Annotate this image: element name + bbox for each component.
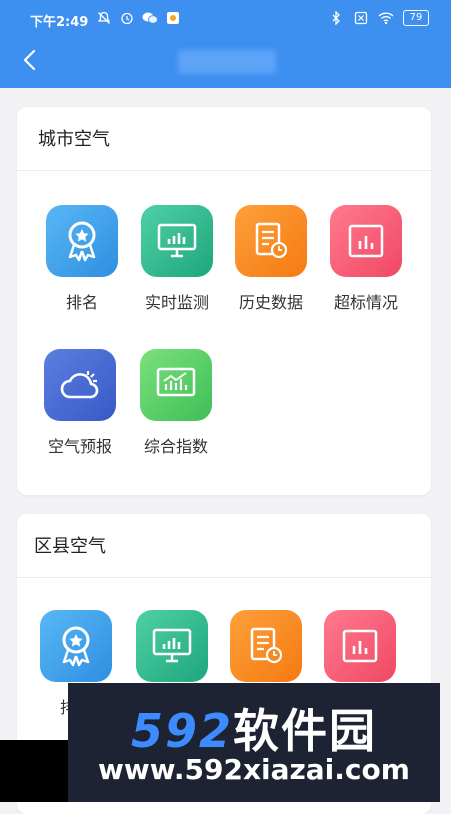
tile-air-forecast[interactable]: 空气预报 <box>35 349 125 457</box>
ribbon-star-icon <box>46 205 118 277</box>
wechat-icon <box>142 10 158 26</box>
no-sim-icon <box>353 10 369 26</box>
battery-level: 79 <box>403 10 429 26</box>
tile-exceedance[interactable] <box>315 610 405 682</box>
tile-history-data[interactable] <box>221 610 311 682</box>
city-air-card: 城市空气 排名 实时监测 历史数据 超标情况 空气预报 综合指数 <box>17 107 431 495</box>
bar-chart-icon <box>330 205 402 277</box>
watermark-brand: 592软件园 <box>68 695 440 761</box>
back-button[interactable] <box>16 46 44 74</box>
watermark-number: 592 <box>130 704 234 758</box>
watermark-url: www.592xiazai.com <box>98 753 410 786</box>
app-notification-icon <box>165 10 181 26</box>
bar-chart-icon <box>324 610 396 682</box>
cloud-sun-icon <box>44 349 116 421</box>
status-right-icons: 79 <box>328 10 429 26</box>
tile-ranking[interactable]: 排名 <box>37 205 127 313</box>
tile-realtime-monitoring[interactable]: 实时监测 <box>132 205 222 313</box>
section-divider <box>17 577 431 578</box>
tile-realtime-monitoring[interactable] <box>127 610 217 682</box>
tile-label: 超标情况 <box>333 293 398 312</box>
bluetooth-icon <box>328 10 344 26</box>
watermark-shadow <box>0 740 68 802</box>
alarm-clock-icon <box>119 10 135 26</box>
tile-label: 实时监测 <box>144 293 209 312</box>
app-header: 下午2:49 79 <box>0 0 451 88</box>
monitor-chart-icon <box>141 205 213 277</box>
tile-exceedance[interactable]: 超标情况 <box>321 205 411 313</box>
tile-label: 排名 <box>65 293 98 312</box>
document-clock-icon <box>230 610 302 682</box>
chevron-left-icon <box>23 49 36 71</box>
watermark-banner: 592软件园 www.592xiazai.com <box>68 683 440 802</box>
watermark-text: 软件园 <box>233 704 378 758</box>
tile-history-data[interactable]: 历史数据 <box>226 205 316 313</box>
tile-label: 综合指数 <box>143 437 208 456</box>
tile-label: 历史数据 <box>238 293 303 312</box>
page-title-blurred <box>178 50 276 74</box>
monitor-chart-icon <box>140 349 212 421</box>
wifi-icon <box>378 10 394 26</box>
section-divider <box>17 170 431 171</box>
section-title: 区县空气 <box>34 536 106 557</box>
tile-composite-index[interactable]: 综合指数 <box>131 349 221 457</box>
document-clock-icon <box>235 205 307 277</box>
section-title: 城市空气 <box>38 129 110 150</box>
tile-label: 空气预报 <box>47 437 112 456</box>
status-left-icons <box>96 10 181 26</box>
ribbon-star-icon <box>40 610 112 682</box>
status-time: 下午2:49 <box>30 15 89 30</box>
monitor-chart-icon <box>136 610 208 682</box>
mute-bell-icon <box>96 10 112 26</box>
